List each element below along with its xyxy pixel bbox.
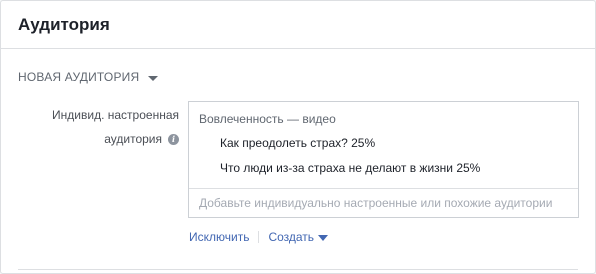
create-dropdown[interactable]: Создать	[268, 230, 329, 244]
new-audience-label: Новая аудитория	[18, 70, 140, 84]
section-divider	[18, 269, 578, 270]
new-audience-toggle[interactable]: Новая аудитория	[18, 70, 159, 84]
custom-audience-box: Вовлеченность — видео Как преодолеть стр…	[188, 101, 579, 218]
custom-audience-label: Индивид. настроенная аудитория i	[21, 103, 179, 151]
audience-actions: Исключить Создать	[189, 230, 329, 244]
custom-audience-label-line2: аудитория	[104, 132, 162, 146]
custom-audience-label-line1: Индивид. настроенная	[52, 108, 179, 122]
chevron-down-icon	[318, 234, 329, 241]
panel-title: Аудитория	[18, 14, 110, 34]
create-link[interactable]: Создать	[268, 230, 314, 244]
audience-search-input[interactable]	[189, 189, 578, 217]
audience-group-label: Вовлеченность — видео	[199, 112, 336, 126]
info-icon[interactable]: i	[168, 133, 179, 145]
caret-down-icon	[148, 75, 159, 81]
exclude-link[interactable]: Исключить	[189, 230, 249, 244]
panel-header: Аудитория	[1, 1, 595, 49]
audience-item[interactable]: Что люди из-за страха не делают в жизни …	[220, 161, 480, 175]
audience-panel: Аудитория Новая аудитория Индивид. настр…	[0, 0, 596, 274]
link-divider	[258, 231, 260, 243]
audience-item[interactable]: Как преодолеть страх? 25%	[220, 136, 375, 150]
